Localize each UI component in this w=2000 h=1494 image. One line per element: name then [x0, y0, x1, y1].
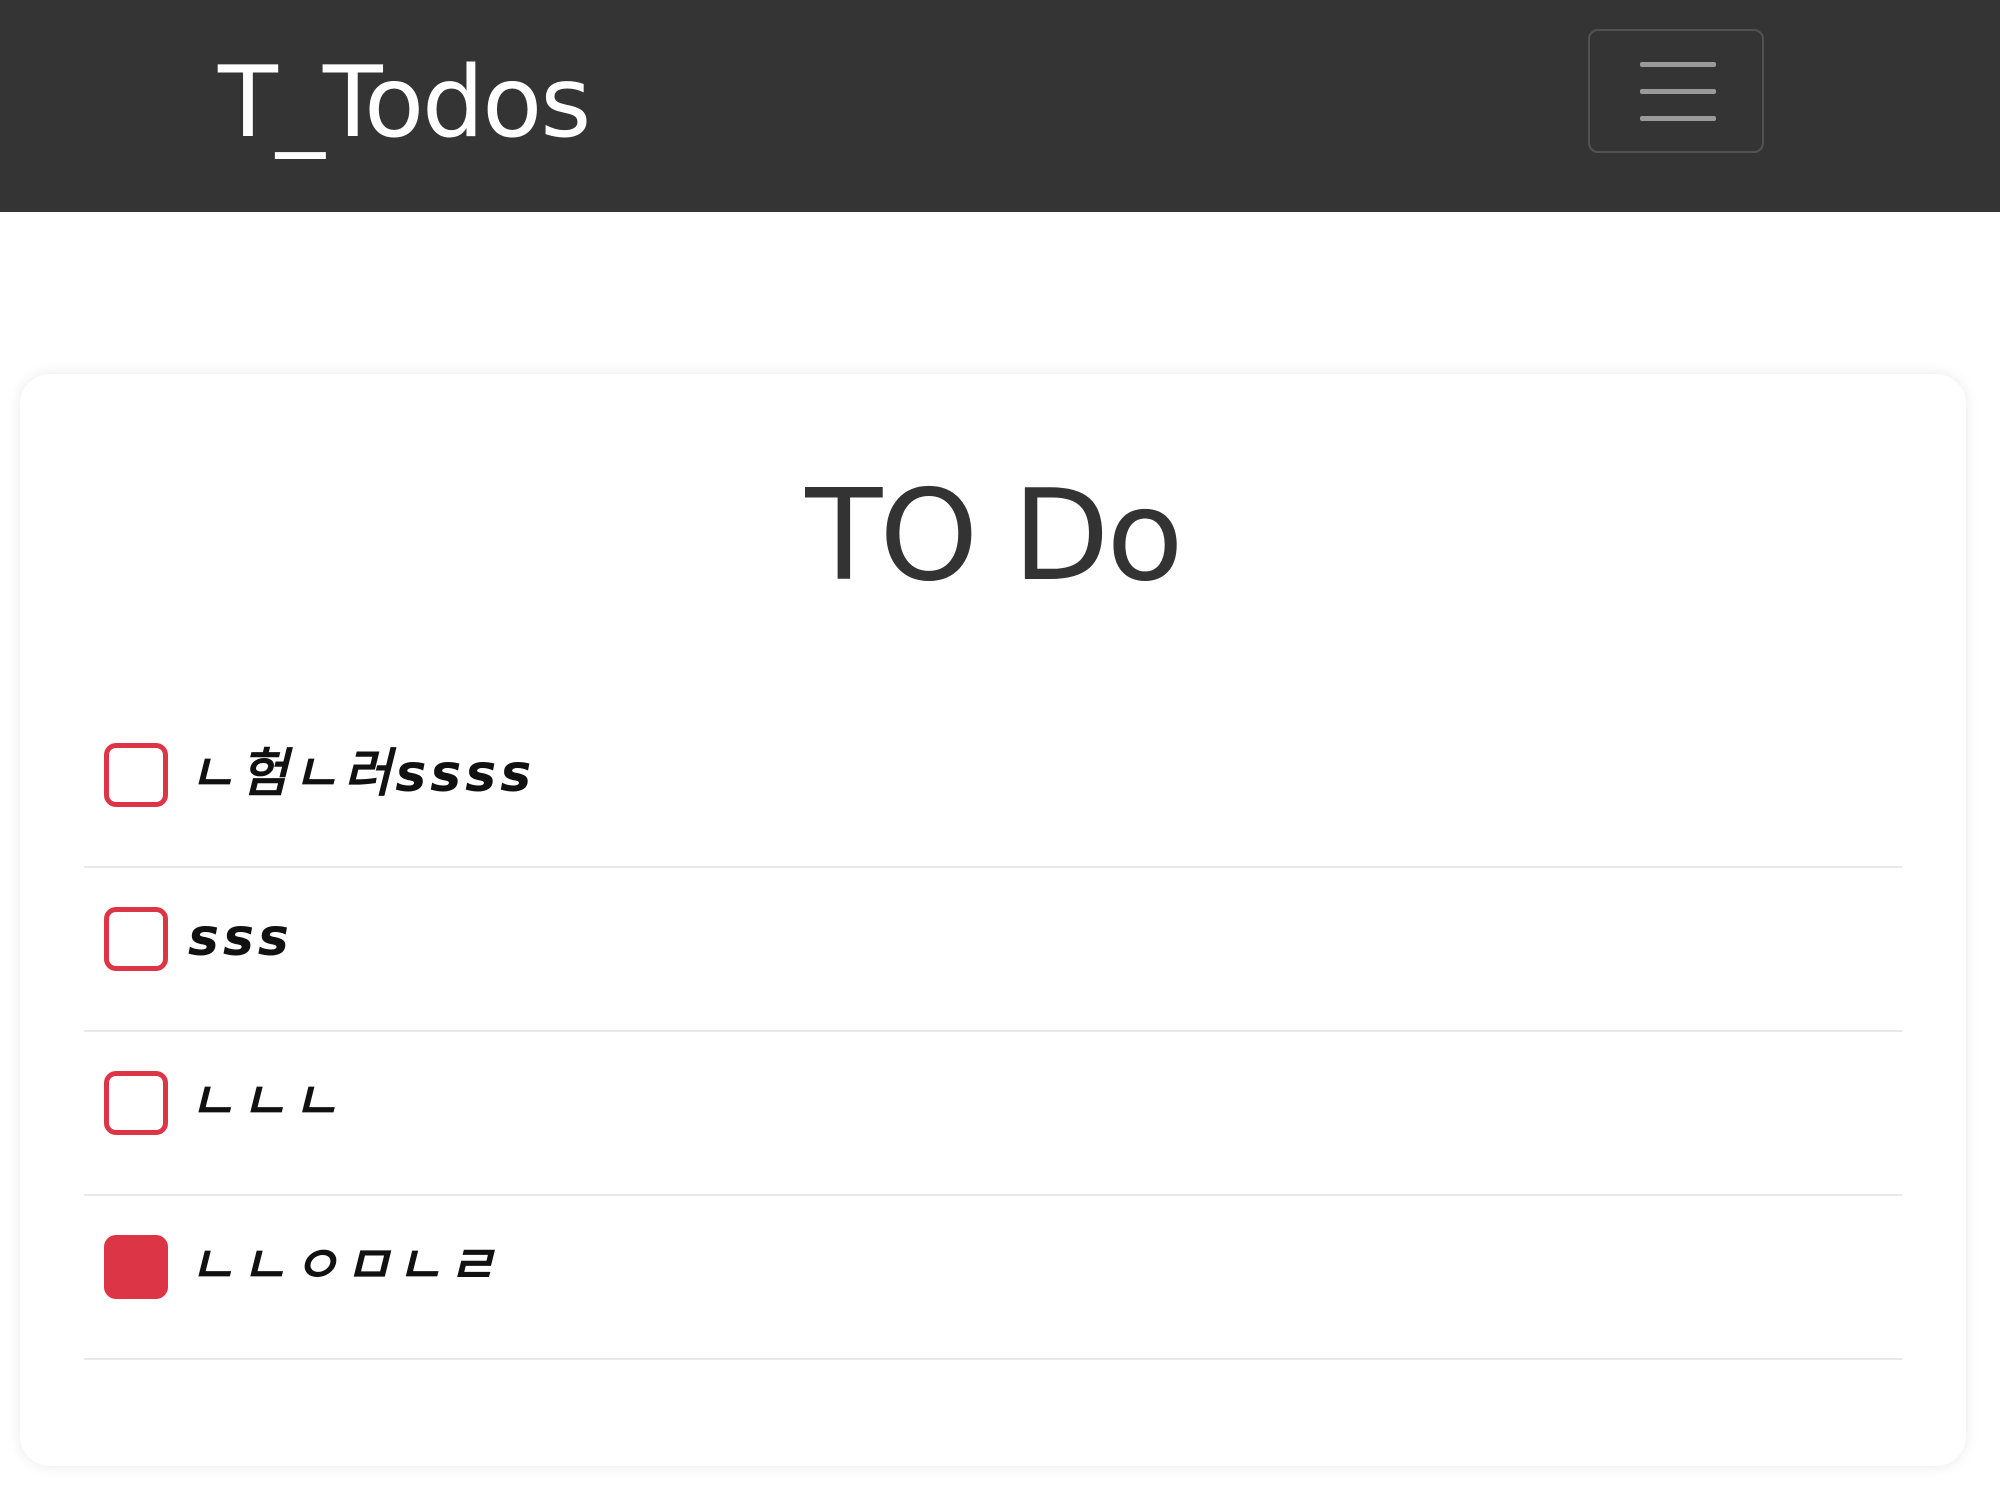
todo-text: sss [188, 908, 293, 968]
todo-text: ㄴ험ㄴ러ssss [188, 744, 536, 804]
todo-item: sss [84, 868, 1902, 1032]
top-navbar: T_Todos [0, 0, 2000, 212]
todo-item: ㄴㄴㄴ [84, 1032, 1902, 1196]
todo-checkbox[interactable] [104, 1071, 168, 1135]
todo-item: ㄴ험ㄴ러ssss [84, 704, 1902, 868]
page-title: TO Do [805, 462, 1183, 609]
todo-checkbox[interactable] [104, 743, 168, 807]
app-brand[interactable]: T_Todos [218, 48, 591, 158]
todo-text: ㄴㄴㅇㅁㄴㄹ [188, 1236, 500, 1296]
todo-item: ㄴㄴㅇㅁㄴㄹ [84, 1196, 1902, 1360]
todo-checkbox[interactable] [104, 907, 168, 971]
todo-card: TO Do ㄴ험ㄴ러ssss sss ㄴㄴㄴ ㄴㄴㅇㅁㄴㄹ [20, 374, 1966, 1466]
todo-list: ㄴ험ㄴ러ssss sss ㄴㄴㄴ ㄴㄴㅇㅁㄴㄹ [84, 704, 1902, 1360]
todo-text: ㄴㄴㄴ [188, 1072, 344, 1132]
todo-checkbox[interactable] [104, 1235, 168, 1299]
navbar-toggle-button[interactable] [1588, 29, 1764, 153]
